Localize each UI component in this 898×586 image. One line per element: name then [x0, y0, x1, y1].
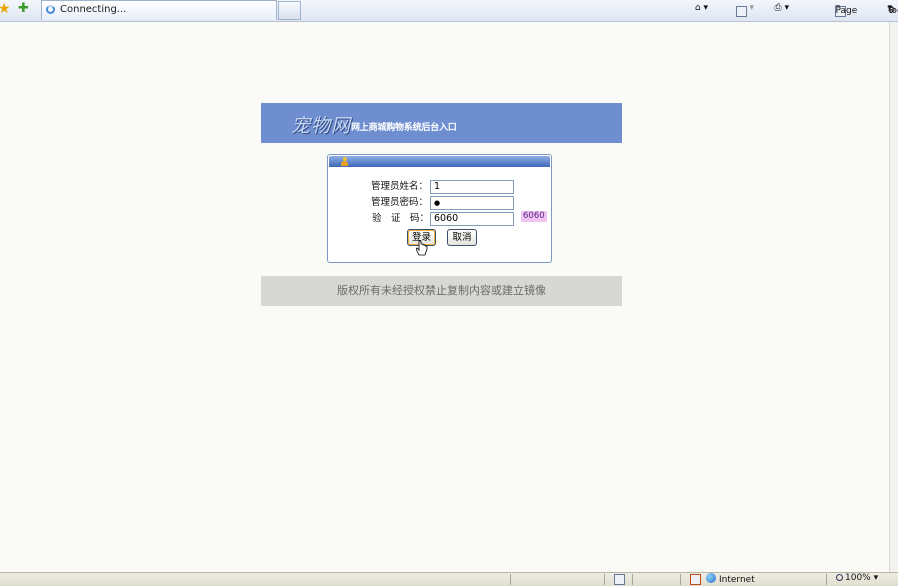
banner-subtitle: 网上商城购物系统后台入口: [351, 123, 457, 133]
page-menu[interactable]: Page ▾: [835, 3, 857, 17]
tools-menu[interactable]: ⚙ Tools ▾: [887, 3, 898, 16]
user-icon: [341, 157, 348, 166]
captcha-label: 验 证 码：: [372, 213, 430, 224]
vertical-scrollbar[interactable]: [889, 22, 898, 572]
zone-label: Internet: [719, 575, 755, 585]
home-icon[interactable]: ⌂ ▾: [695, 3, 708, 13]
username-label: 管理员姓名：: [371, 181, 429, 192]
status-bar: Internet 100% ▾: [0, 572, 898, 586]
password-input[interactable]: ●: [430, 196, 514, 210]
password-label: 管理员密码：: [371, 197, 429, 208]
favorites-star-icon[interactable]: ★: [0, 1, 11, 17]
globe-icon: [706, 573, 716, 583]
copyright-text: 版权所有未经授权禁止复制内容或建立镜像: [337, 284, 546, 297]
print-icon[interactable]: ⎙ ▾: [774, 3, 789, 13]
site-logo: 宠物网: [291, 115, 352, 137]
add-favorites-icon[interactable]: ✚: [18, 1, 29, 16]
feeds-dropdown-icon[interactable]: ▾: [749, 3, 754, 13]
browser-tab[interactable]: Connecting...: [41, 0, 277, 20]
tools-menu-label: Tools: [887, 6, 898, 16]
captcha-input[interactable]: 6060: [430, 212, 514, 226]
zoom-icon: [836, 574, 843, 581]
header-banner: 宠物网 网上商城购物系统后台入口: [261, 103, 622, 143]
zoom-label: 100%: [845, 573, 871, 583]
tab-title: Connecting...: [60, 4, 127, 15]
login-panel: 管理员姓名： 1 管理员密码： ● 验 证 码： 6060 6060 登录 取消: [327, 154, 552, 263]
page-menu-label: Page: [835, 6, 858, 16]
protected-mode-icon[interactable]: [690, 574, 701, 586]
hand-cursor-icon: [416, 240, 428, 256]
login-panel-header: [329, 156, 550, 167]
popup-blocker-icon[interactable]: [614, 574, 625, 586]
zoom-control[interactable]: 100% ▾: [836, 573, 878, 583]
new-tab-button[interactable]: [278, 1, 301, 20]
loading-spinner-icon: [46, 5, 55, 14]
browser-toolbar: ★ ✚ Connecting... ⌂ ▾ ▾ ⎙ ▾ Page ▾ ⚙ Too…: [0, 0, 898, 22]
copyright-footer: 版权所有未经授权禁止复制内容或建立镜像: [261, 276, 622, 306]
cancel-button[interactable]: 取消: [447, 229, 477, 246]
security-zone[interactable]: Internet: [706, 573, 755, 585]
captcha-code: 6060: [521, 211, 547, 222]
username-input[interactable]: 1: [430, 180, 514, 194]
